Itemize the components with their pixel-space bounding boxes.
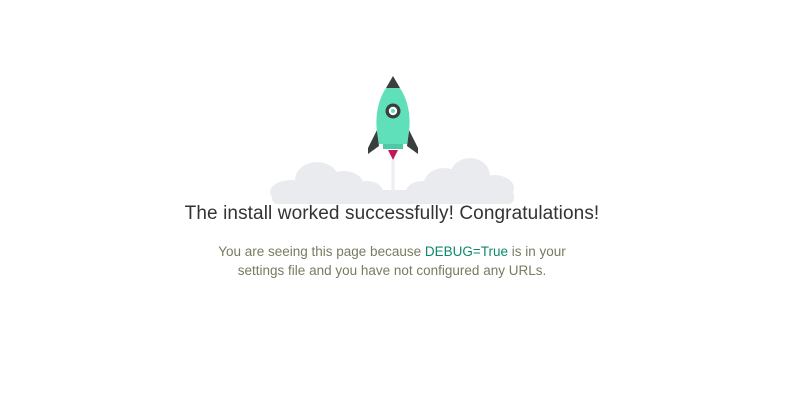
message-before-text: You are seeing this page because [218,244,425,259]
rocket-launch-svg [270,76,514,204]
rocket-launch-illustration [262,72,524,204]
rocket-icon [368,76,418,160]
debug-explanation-text: You are seeing this page because DEBUG=T… [212,242,572,280]
debug-flag-text: DEBUG=True [424,244,509,259]
install-success-page: The install worked successfully! Congrat… [0,0,800,400]
exhaust-trail [391,160,395,192]
page-title: The install worked successfully! Congrat… [184,203,600,224]
